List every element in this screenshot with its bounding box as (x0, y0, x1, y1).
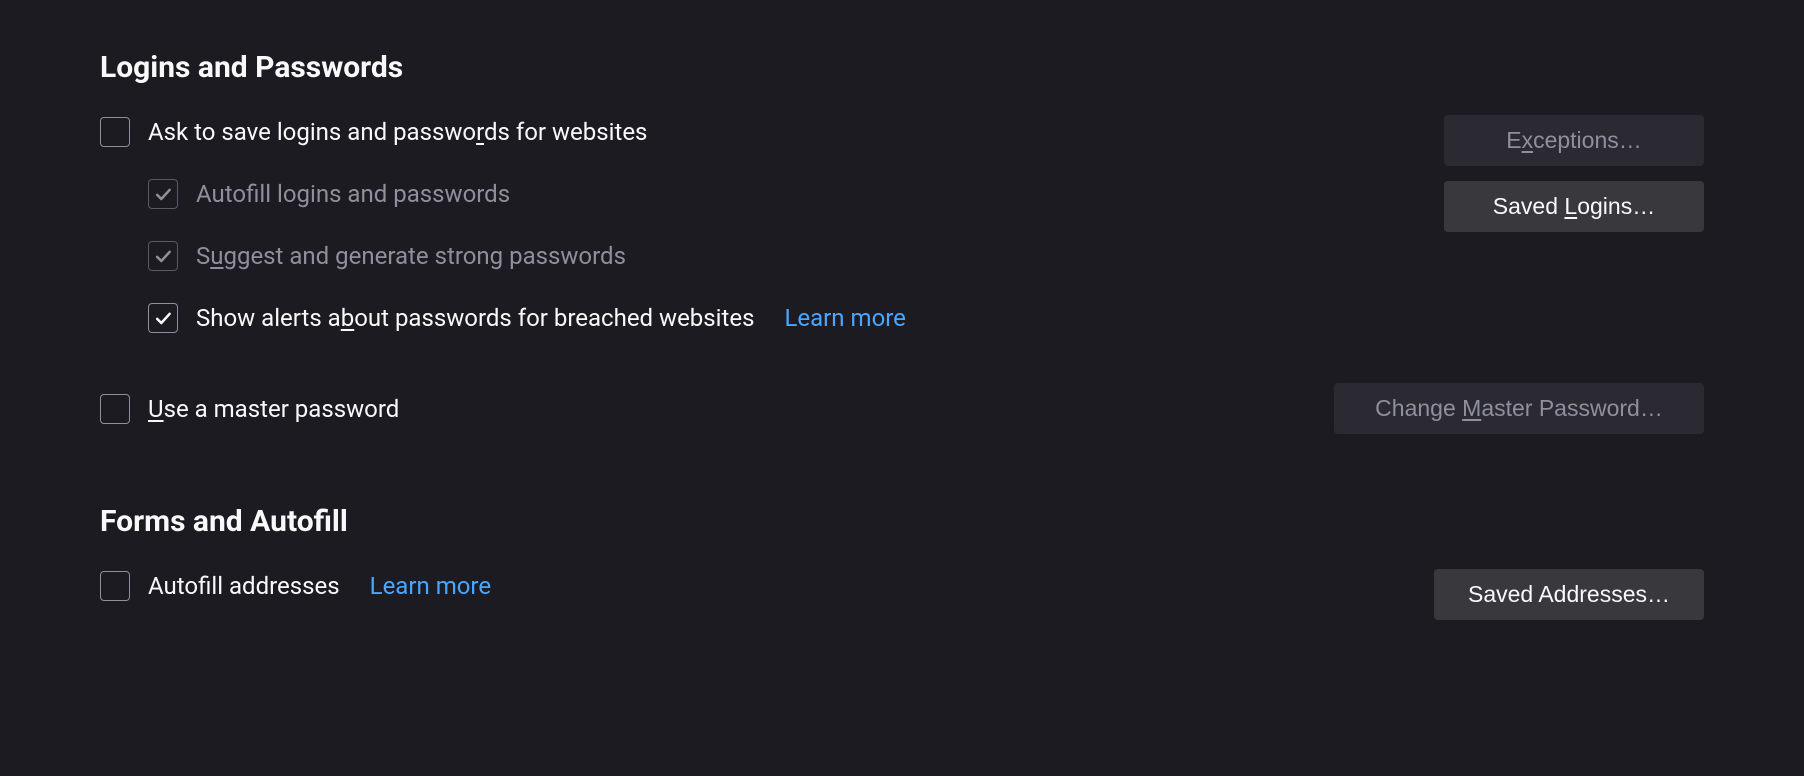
saved-addresses-button[interactable]: Saved Addresses… (1434, 569, 1704, 620)
logins-heading: Logins and Passwords (100, 50, 1704, 85)
checkbox-suggest-passwords (148, 241, 178, 271)
exceptions-button: Exceptions… (1444, 115, 1704, 166)
forms-heading: Forms and Autofill (100, 504, 1704, 539)
option-ask-save: Ask to save logins and passwords for web… (100, 115, 1444, 149)
section-logins-passwords: Logins and Passwords Ask to save logins … (100, 50, 1704, 434)
change-master-password-button: Change Master Password… (1334, 383, 1704, 434)
logins-top-block: Ask to save logins and passwords for web… (100, 115, 1704, 363)
logins-buttons-col: Exceptions… Saved Logins… (1444, 115, 1704, 232)
checkbox-autofill-addresses[interactable] (100, 571, 130, 601)
option-autofill-addresses: Autofill addresses Learn more (100, 569, 491, 603)
check-icon (153, 184, 173, 204)
label-autofill-addresses: Autofill addresses (148, 572, 340, 600)
checkbox-autofill-logins (148, 179, 178, 209)
option-breach-alerts: Show alerts about passwords for breached… (100, 301, 1444, 335)
option-master-password-row: Use a master password Change Master Pass… (100, 383, 1704, 434)
option-master-password: Use a master password (100, 392, 399, 426)
checkbox-ask-save[interactable] (100, 117, 130, 147)
checkbox-breach-alerts[interactable] (148, 303, 178, 333)
label-ask-save: Ask to save logins and passwords for web… (148, 118, 647, 146)
saved-logins-button[interactable]: Saved Logins… (1444, 181, 1704, 232)
checkbox-master-password[interactable] (100, 394, 130, 424)
label-suggest-passwords: Suggest and generate strong passwords (196, 242, 626, 270)
label-master-password: Use a master password (148, 395, 399, 423)
option-autofill-logins: Autofill logins and passwords (100, 177, 1444, 211)
label-autofill-logins: Autofill logins and passwords (196, 180, 510, 208)
check-icon (153, 246, 173, 266)
link-learn-more-autofill[interactable]: Learn more (370, 572, 491, 600)
check-icon (153, 308, 173, 328)
section-forms-autofill: Forms and Autofill Autofill addresses Le… (100, 504, 1704, 620)
forms-top-block: Autofill addresses Learn more Saved Addr… (100, 569, 1704, 620)
option-suggest-passwords: Suggest and generate strong passwords (100, 239, 1444, 273)
label-breach-alerts: Show alerts about passwords for breached… (196, 304, 754, 332)
link-learn-more-breach[interactable]: Learn more (784, 304, 905, 332)
logins-left-col: Ask to save logins and passwords for web… (100, 115, 1444, 363)
